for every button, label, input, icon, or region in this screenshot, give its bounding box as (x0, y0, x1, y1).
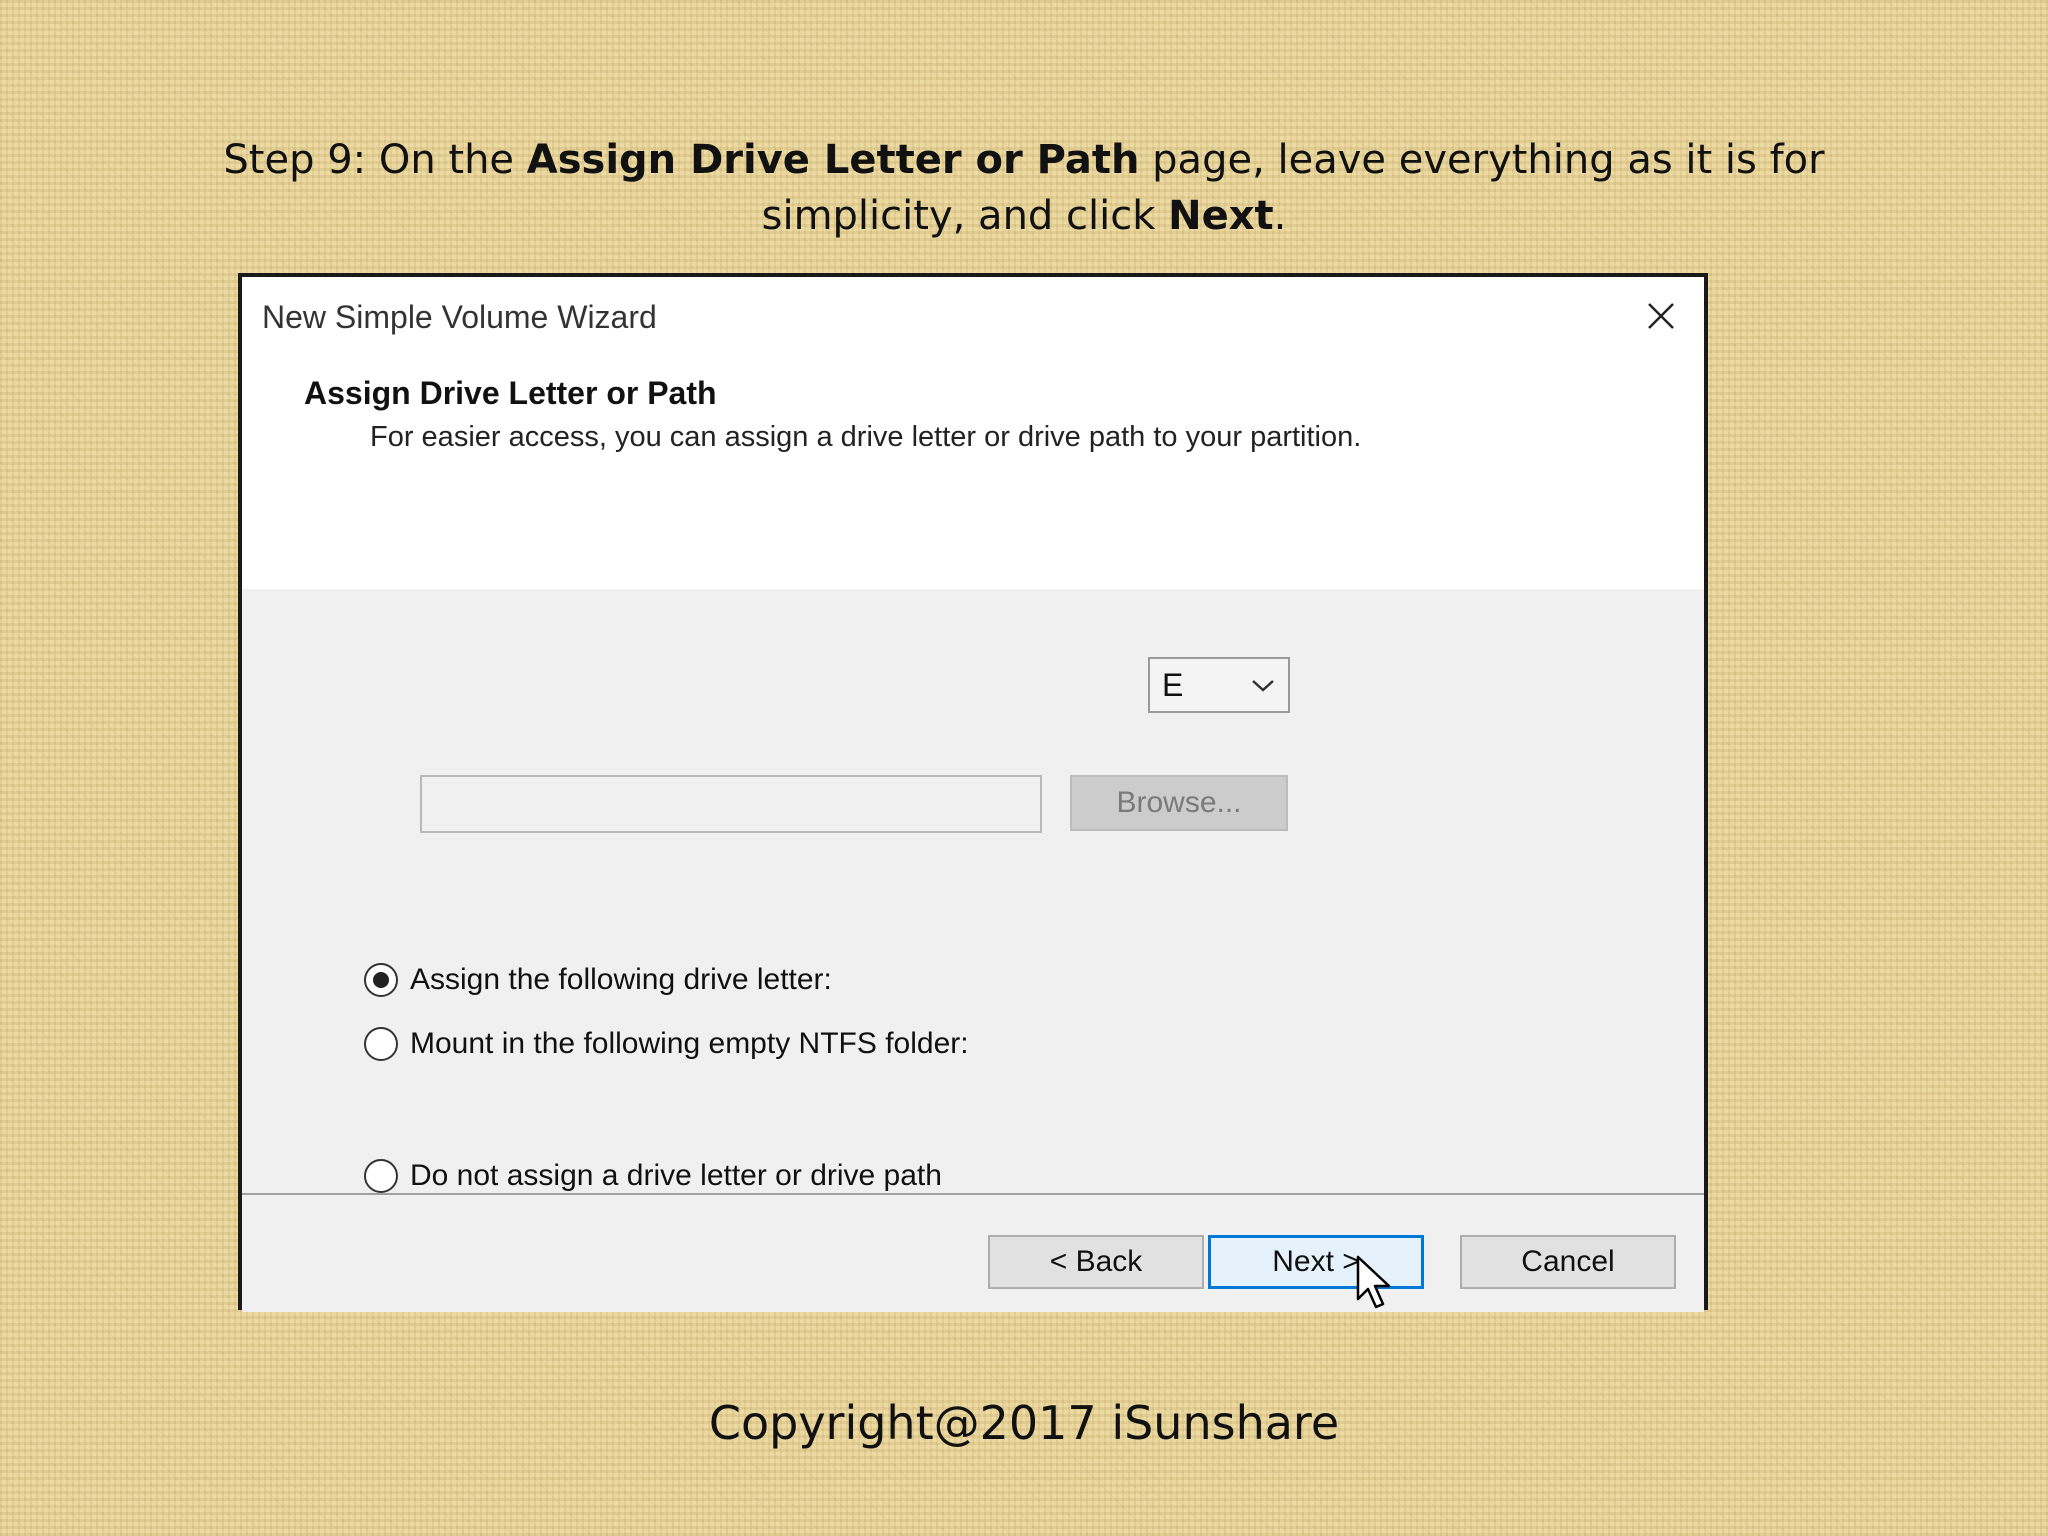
copyright-text: Copyright@2017 iSunshare (708, 1396, 1340, 1450)
radio-button-no-assign[interactable] (364, 1159, 398, 1193)
drive-letter-value: E (1162, 667, 1184, 703)
browse-button[interactable]: Browse... (1070, 775, 1288, 831)
radio-button-mount-folder[interactable] (364, 1027, 398, 1061)
radio-no-assign[interactable]: Do not assign a drive letter or drive pa… (364, 1159, 942, 1193)
instruction-bold-next: Next (1168, 193, 1274, 239)
drive-letter-select[interactable]: E (1148, 657, 1290, 713)
radio-button-assign-letter[interactable] (364, 963, 398, 997)
mouse-pointer-icon (1356, 1255, 1391, 1309)
radio-label-mount-folder: Mount in the following empty NTFS folder… (410, 1027, 969, 1060)
radio-label-assign-letter: Assign the following drive letter: (410, 963, 832, 996)
close-button[interactable] (1636, 291, 1686, 341)
dialog-titlebar: New Simple Volume Wizard (242, 277, 1704, 357)
instruction-text: Step 9: On the Assign Drive Letter or Pa… (150, 132, 1898, 244)
page-subtitle: For easier access, you can assign a driv… (370, 421, 1362, 453)
close-icon (1648, 303, 1674, 329)
radio-label-no-assign: Do not assign a drive letter or drive pa… (410, 1159, 942, 1192)
wizard-dialog: New Simple Volume Wizard Assign Drive Le… (238, 273, 1708, 1312)
radio-mount-folder[interactable]: Mount in the following empty NTFS folder… (364, 1027, 969, 1061)
chevron-down-icon (1252, 680, 1274, 692)
back-button[interactable]: < Back (988, 1235, 1204, 1289)
radio-assign-letter[interactable]: Assign the following drive letter: (364, 963, 832, 997)
instruction-part3: . (1273, 193, 1287, 239)
instruction-part1: Step 9: On the (223, 137, 527, 183)
folder-path-input[interactable] (420, 775, 1042, 833)
wizard-content: Assign the following drive letter: Mount… (242, 589, 1704, 1267)
page-title: Assign Drive Letter or Path (304, 375, 717, 411)
wizard-header: Assign Drive Letter or Path For easier a… (242, 357, 1704, 591)
dialog-title: New Simple Volume Wizard (262, 299, 657, 335)
cancel-button[interactable]: Cancel (1460, 1235, 1676, 1289)
instruction-bold-page: Assign Drive Letter or Path (526, 137, 1140, 183)
